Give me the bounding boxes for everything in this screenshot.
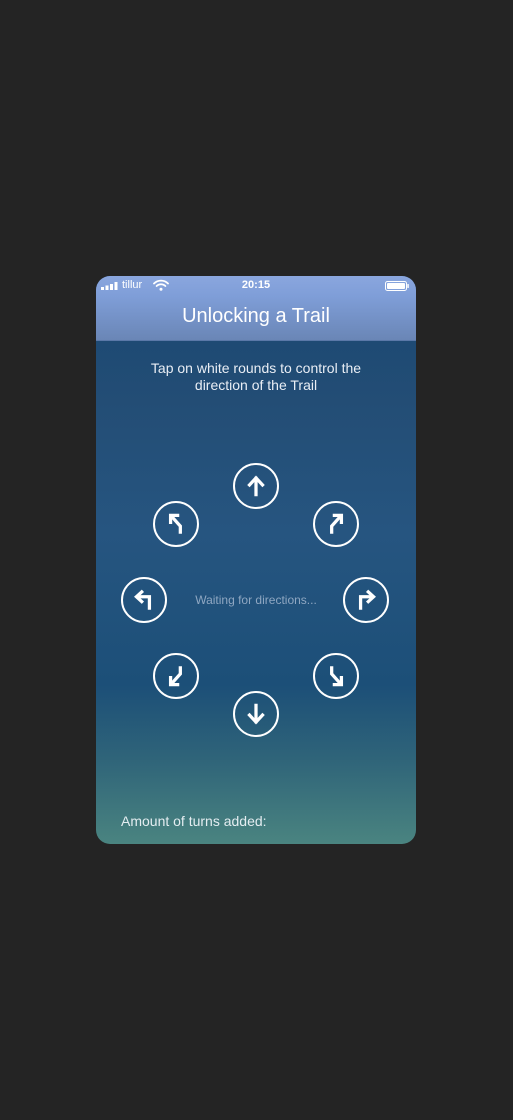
turn-left-icon xyxy=(134,589,152,610)
status-bar: tillur 20:15 xyxy=(96,276,416,296)
instruction-text: Tap on white rounds to control the direc… xyxy=(150,360,362,393)
direction-down-left-button[interactable] xyxy=(153,653,199,699)
turn-right-icon xyxy=(358,589,376,610)
direction-right-button[interactable] xyxy=(343,577,389,623)
direction-down-right-button[interactable] xyxy=(313,653,359,699)
turn-up-right-icon xyxy=(330,513,344,534)
direction-up-button[interactable] xyxy=(233,463,279,509)
arrow-up-icon xyxy=(247,475,265,497)
turn-up-left-icon xyxy=(168,513,182,534)
turn-down-left-icon xyxy=(168,666,182,687)
waiting-status: Waiting for directions... xyxy=(195,593,317,607)
direction-up-right-button[interactable] xyxy=(313,501,359,547)
turn-down-right-icon xyxy=(330,666,344,687)
page-title: Unlocking a Trail xyxy=(182,305,330,327)
navigation-bar: Unlocking a Trail xyxy=(96,296,416,341)
direction-up-left-button[interactable] xyxy=(153,501,199,547)
turns-added-label: Amount of turns added: xyxy=(121,813,267,829)
direction-down-button[interactable] xyxy=(233,691,279,737)
battery-icon xyxy=(385,281,409,291)
status-time: 20:15 xyxy=(241,279,271,291)
arrow-down-icon xyxy=(247,703,265,725)
phone-screen: tillur 20:15 Unlocking a Trail Tap on wh… xyxy=(96,276,416,844)
